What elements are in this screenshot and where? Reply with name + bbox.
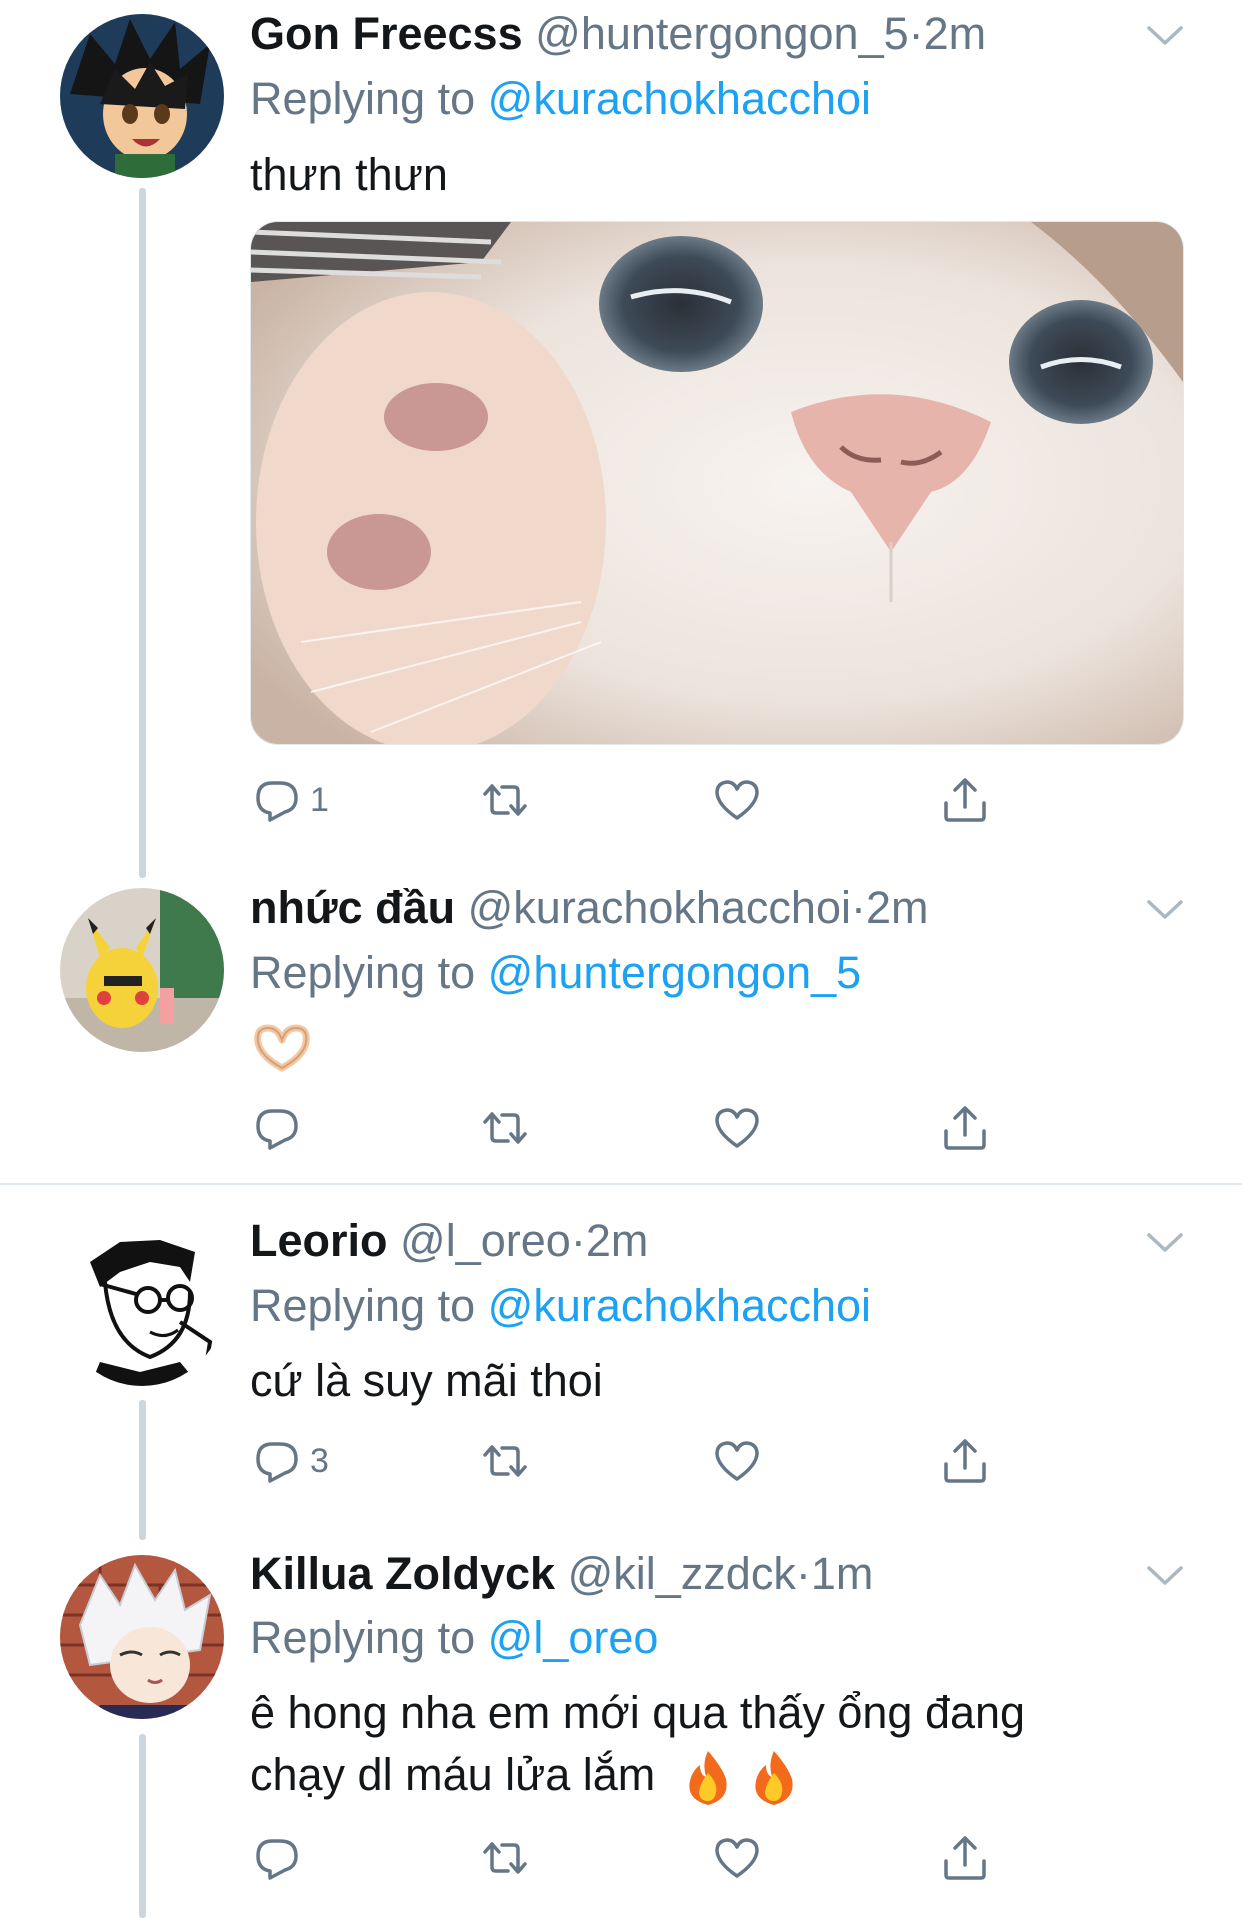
display-name[interactable]: Leorio	[250, 1215, 388, 1266]
like-button[interactable]	[712, 1433, 762, 1489]
reply-button[interactable]: 3	[252, 1433, 329, 1489]
reply-count: 3	[310, 1441, 329, 1480]
tweet-text: ê hong nha em mới qua thấy ổng đang chạy…	[250, 1682, 1025, 1807]
heart-icon	[715, 780, 759, 820]
display-name[interactable]: Gon Freecss	[250, 8, 523, 59]
heart-icon	[715, 1108, 759, 1148]
tweet-header: Killua Zoldyck @kil_zzdck·1m	[250, 1546, 873, 1602]
chevron-down-icon[interactable]	[1145, 898, 1185, 922]
retweet-button[interactable]	[480, 1433, 530, 1489]
tweet-text-line: ê hong nha em mới qua thấy ổng đang	[250, 1687, 1026, 1738]
retweet-button[interactable]	[480, 1100, 530, 1156]
reply-button[interactable]: 1	[252, 772, 329, 828]
display-name[interactable]: Killua Zoldyck	[250, 1548, 555, 1599]
retweet-button[interactable]	[480, 1830, 530, 1886]
reply-icon	[256, 1442, 298, 1483]
tweet-text-line-content: chạy dl máu lửa lắm	[250, 1749, 656, 1800]
like-button[interactable]	[712, 1100, 762, 1156]
avatar[interactable]	[60, 1555, 224, 1719]
share-button[interactable]	[940, 1830, 990, 1886]
share-button[interactable]	[940, 772, 990, 828]
tweet-header: Leorio @l_oreo·2m	[250, 1213, 648, 1269]
mention-link[interactable]: @huntergongon_5	[488, 947, 862, 998]
reply-count: 1	[310, 780, 329, 819]
tweet-text: cứ là suy mãi thoi	[250, 1355, 603, 1406]
conversation-divider	[0, 1183, 1242, 1185]
thread-line	[139, 1734, 146, 1918]
fire-emoji-icon	[755, 1751, 793, 1806]
mention-link[interactable]: @kurachokhacchoi	[488, 73, 871, 124]
retweet-icon	[483, 1842, 527, 1874]
thread-line	[139, 1400, 146, 1540]
replying-to: Replying to @kurachokhacchoi	[250, 71, 871, 127]
mention-link[interactable]: @l_oreo	[488, 1612, 659, 1663]
share-button[interactable]	[940, 1433, 990, 1489]
user-handle[interactable]: @kil_zzdck	[568, 1548, 796, 1599]
separator-dot: ·	[908, 8, 924, 59]
tweet-text	[252, 1020, 312, 1077]
reply-button[interactable]	[252, 1830, 302, 1886]
share-icon	[944, 778, 986, 822]
thread-line	[139, 188, 146, 878]
mention-link[interactable]: @kurachokhacchoi	[488, 1280, 871, 1331]
separator-dot: ·	[851, 882, 866, 933]
replying-to: Replying to @huntergongon_5	[250, 945, 861, 1001]
separator-dot: ·	[795, 1548, 811, 1599]
like-button[interactable]	[712, 772, 762, 828]
chevron-down-icon[interactable]	[1145, 24, 1185, 48]
user-handle[interactable]: @kurachokhacchoi	[468, 882, 851, 933]
retweet-icon	[483, 1445, 527, 1477]
share-icon	[944, 1106, 986, 1150]
replying-prefix: Replying to	[250, 947, 476, 998]
reply-icon	[256, 1109, 298, 1150]
heart-hands-emoji-icon	[254, 1024, 310, 1072]
tweet-header: Gon Freecss @huntergongon_5·2m	[250, 6, 986, 62]
timestamp[interactable]: 2m	[586, 1215, 649, 1266]
avatar[interactable]	[60, 14, 224, 178]
reply-icon	[256, 1839, 298, 1880]
timestamp[interactable]: 2m	[924, 8, 987, 59]
avatar[interactable]	[60, 888, 224, 1052]
chevron-down-icon[interactable]	[1145, 1231, 1185, 1255]
user-handle[interactable]: @huntergongon_5	[535, 8, 909, 59]
replying-to: Replying to @kurachokhacchoi	[250, 1278, 871, 1334]
share-icon	[944, 1439, 986, 1483]
tweet-header: nhức đầu @kurachokhacchoi·2m	[250, 880, 929, 936]
heart-icon	[715, 1441, 759, 1481]
tweet-text-line: chạy dl máu lửa lắm	[250, 1744, 1025, 1807]
timestamp[interactable]: 1m	[811, 1548, 874, 1599]
heart-icon	[715, 1838, 759, 1878]
reply-button[interactable]	[252, 1100, 302, 1156]
reply-icon	[256, 781, 298, 822]
like-button[interactable]	[712, 1830, 762, 1886]
separator-dot: ·	[570, 1215, 586, 1266]
retweet-button[interactable]	[480, 772, 530, 828]
fire-emoji-icon	[689, 1751, 727, 1806]
timestamp[interactable]: 2m	[866, 882, 929, 933]
replying-prefix: Replying to	[250, 1612, 476, 1663]
retweet-icon	[483, 784, 527, 816]
replying-to: Replying to @l_oreo	[250, 1610, 658, 1666]
replying-prefix: Replying to	[250, 73, 476, 124]
user-handle[interactable]: @l_oreo	[400, 1215, 571, 1266]
share-button[interactable]	[940, 1100, 990, 1156]
avatar[interactable]	[60, 1222, 224, 1386]
tweet-media-image[interactable]	[250, 221, 1184, 745]
retweet-icon	[483, 1112, 527, 1144]
replying-prefix: Replying to	[250, 1280, 476, 1331]
chevron-down-icon[interactable]	[1145, 1564, 1185, 1588]
display-name[interactable]: nhức đầu	[250, 882, 455, 933]
tweet-text: thưn thưn	[250, 149, 448, 200]
share-icon	[944, 1836, 986, 1880]
